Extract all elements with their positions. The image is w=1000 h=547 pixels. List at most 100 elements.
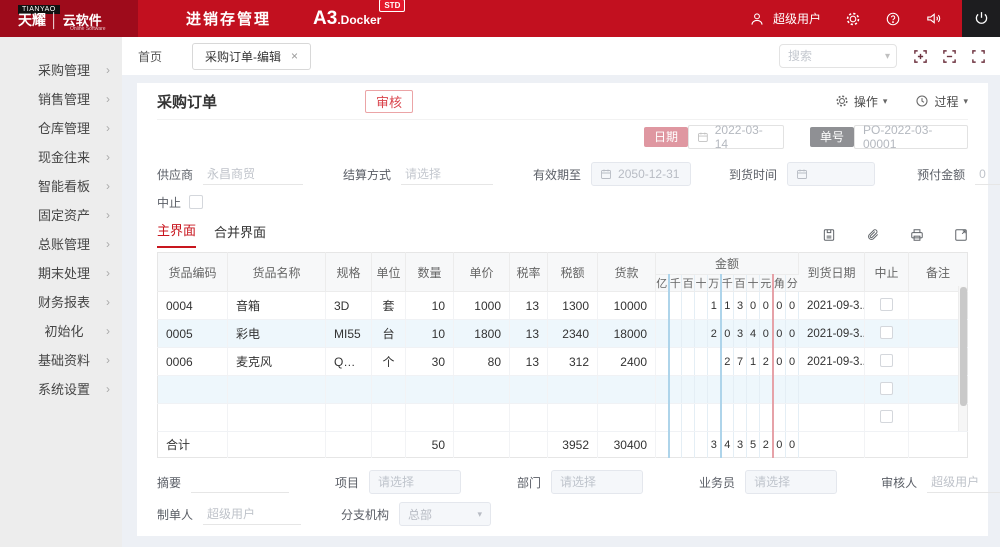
table-row-empty[interactable] bbox=[157, 375, 968, 404]
paperclip-icon[interactable] bbox=[866, 228, 880, 242]
suspend-checkbox[interactable] bbox=[880, 325, 894, 339]
sidebar-item-warehouse[interactable]: 仓库管理 › bbox=[0, 113, 122, 142]
gear-icon[interactable] bbox=[845, 11, 861, 27]
col-spec[interactable]: 规格 bbox=[325, 252, 372, 292]
chevron-down-icon: ▾ bbox=[963, 95, 968, 106]
calendar-icon bbox=[698, 132, 708, 142]
suspend-checkbox[interactable] bbox=[880, 409, 894, 423]
grid-toolbar bbox=[822, 228, 968, 248]
col-tax[interactable]: 税额 bbox=[547, 252, 598, 292]
tab-home[interactable]: 首页 bbox=[138, 48, 162, 65]
project-field[interactable] bbox=[369, 470, 462, 494]
salesman-label: 业务员 bbox=[699, 475, 736, 490]
col-amount-group: 金额 bbox=[655, 252, 800, 275]
product-name: A3 .Docker STD bbox=[313, 0, 406, 30]
tab-merged-view[interactable]: 合并界面 bbox=[214, 222, 266, 248]
zoom-out-icon[interactable] bbox=[942, 49, 957, 64]
search-input[interactable] bbox=[780, 49, 885, 63]
col-tax-rate[interactable]: 税率 bbox=[509, 252, 548, 292]
scrollbar-thumb[interactable] bbox=[960, 287, 967, 406]
chevron-right-icon: › bbox=[106, 120, 110, 135]
sidebar-item-initialization[interactable]: 初始化 › bbox=[0, 316, 122, 345]
work-area: 采购订单 审核 操作 ▾ 过程 ▾ 日期 2022-03-14 单号 PO-20… bbox=[122, 75, 1000, 547]
col-name[interactable]: 货品名称 bbox=[227, 252, 326, 292]
col-price[interactable]: 单价 bbox=[453, 252, 510, 292]
clock-icon bbox=[916, 95, 928, 107]
sidebar-item-base-data[interactable]: 基础资料 › bbox=[0, 345, 122, 374]
chevron-down-icon: ▾ bbox=[882, 95, 888, 106]
grid-scrollbar[interactable] bbox=[958, 286, 967, 431]
layout-icons bbox=[913, 49, 986, 64]
user-menu[interactable]: 超级用户 bbox=[749, 10, 821, 27]
salesman-field[interactable] bbox=[745, 470, 838, 494]
sidebar-item-purchase[interactable]: 采购管理 › bbox=[0, 55, 122, 84]
date-field[interactable]: 2022-03-14 bbox=[687, 123, 784, 151]
valid-until-field[interactable]: 2050-12-31 bbox=[591, 162, 692, 186]
sidebar-item-dashboard[interactable]: 智能看板 › bbox=[0, 171, 122, 200]
cell-tax: 312 bbox=[547, 347, 598, 376]
tab-main-view[interactable]: 主界面 bbox=[157, 220, 197, 248]
title-tools: 操作 ▾ 过程 ▾ bbox=[835, 93, 968, 110]
chevron-down-icon[interactable]: ▾ bbox=[885, 51, 890, 62]
power-section bbox=[962, 0, 1000, 37]
col-qty[interactable]: 数量 bbox=[405, 252, 454, 292]
zoom-in-icon[interactable] bbox=[913, 49, 928, 64]
printer-icon[interactable] bbox=[910, 228, 924, 242]
app-window: TIANYAO 天耀 │ 云软件 Online Software 进销存管理 A… bbox=[0, 0, 1000, 547]
suspend-checkbox[interactable] bbox=[880, 381, 894, 395]
help-icon[interactable] bbox=[885, 11, 901, 27]
fullscreen-icon[interactable] bbox=[971, 49, 986, 64]
summary-field[interactable] bbox=[191, 471, 290, 493]
process-menu[interactable]: 过程 ▾ bbox=[915, 93, 968, 110]
sidebar-item-period-end[interactable]: 期末处理 › bbox=[0, 258, 122, 287]
close-icon[interactable]: × bbox=[291, 49, 298, 63]
table-row-empty[interactable] bbox=[157, 403, 968, 432]
suspend-checkbox[interactable] bbox=[880, 297, 894, 311]
cell-suspend bbox=[864, 291, 910, 320]
tab-strip-controls: ▾ bbox=[779, 44, 986, 68]
department-field[interactable] bbox=[551, 470, 644, 494]
prepaid-label: 预付金额 bbox=[917, 167, 966, 182]
cell-price: 1000 bbox=[453, 291, 510, 320]
arrival-time-field[interactable] bbox=[787, 162, 876, 186]
logo-tagline: Online Software bbox=[70, 26, 106, 32]
cell-name: 麦克风 bbox=[227, 347, 326, 376]
table-row[interactable]: 0004 音箱 3D 套 10 1000 13 1300 10000 1 1 3… bbox=[157, 291, 968, 320]
cell-suspend bbox=[864, 347, 910, 376]
sidebar-item-system-settings[interactable]: 系统设置 › bbox=[0, 374, 122, 403]
col-unit[interactable]: 单位 bbox=[371, 252, 406, 292]
cell-arrival-date: 2021-09-3... bbox=[798, 319, 866, 348]
prepaid-field[interactable] bbox=[975, 163, 1000, 185]
operation-menu[interactable]: 操作 ▾ bbox=[835, 93, 888, 110]
creator-field[interactable] bbox=[203, 503, 302, 525]
sidebar-item-finance-report[interactable]: 财务报表 › bbox=[0, 287, 122, 316]
sidebar-item-ledger[interactable]: 总账管理 › bbox=[0, 229, 122, 258]
order-no-field[interactable]: PO-2022-03-00001 bbox=[854, 123, 968, 151]
branch-select[interactable]: 总部 ▾ bbox=[399, 502, 492, 526]
power-icon[interactable] bbox=[973, 10, 990, 27]
suspend-checkbox[interactable] bbox=[880, 353, 894, 367]
table-row[interactable]: 0005 彩电 MI55 台 10 1800 13 2340 18000 2 0… bbox=[157, 319, 968, 348]
total-label: 合计 bbox=[157, 431, 228, 458]
sidebar-item-fixed-assets[interactable]: 固定资产 › bbox=[0, 200, 122, 229]
col-arrival-date[interactable]: 到货日期 bbox=[798, 252, 866, 292]
save-sheet-icon[interactable] bbox=[822, 228, 836, 242]
tab-purchase-order-edit[interactable]: 采购订单-编辑 × bbox=[192, 42, 312, 70]
expand-icon[interactable] bbox=[954, 228, 968, 242]
supplier-field[interactable] bbox=[203, 163, 304, 185]
speaker-icon[interactable] bbox=[925, 10, 942, 27]
cell-spec: MI55 bbox=[325, 319, 372, 348]
logo-divider: │ bbox=[50, 12, 59, 28]
col-code[interactable]: 货品编码 bbox=[157, 252, 228, 292]
cell-suspend bbox=[864, 319, 910, 348]
table-row[interactable]: 0006 麦克风 QS20... 个 30 80 13 312 2400 2 7… bbox=[157, 347, 968, 376]
col-payment[interactable]: 货款 bbox=[597, 252, 656, 292]
chevron-right-icon: › bbox=[106, 236, 110, 251]
col-suspend[interactable]: 中止 bbox=[864, 252, 910, 292]
suspend-row: 中止 bbox=[157, 190, 968, 214]
settlement-field[interactable] bbox=[401, 163, 494, 185]
suspend-checkbox[interactable] bbox=[189, 195, 204, 209]
auditor-field[interactable] bbox=[927, 471, 1000, 493]
sidebar-item-cash[interactable]: 现金往来 › bbox=[0, 142, 122, 171]
sidebar-item-sales[interactable]: 销售管理 › bbox=[0, 84, 122, 113]
